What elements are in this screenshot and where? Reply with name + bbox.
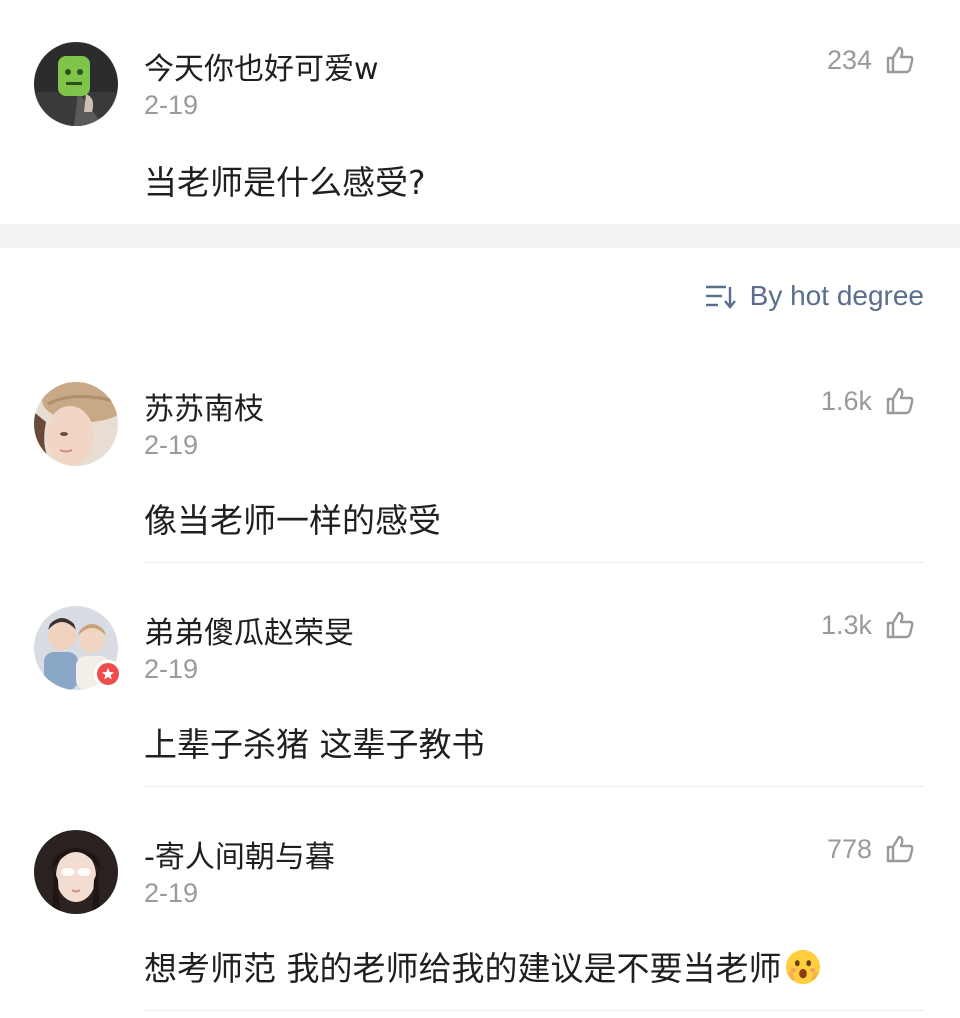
comment-avatar[interactable] — [34, 830, 118, 914]
comment-username[interactable]: -寄人间朝与暮 — [144, 832, 335, 876]
thumbs-up-icon — [886, 387, 914, 415]
sort-icon — [705, 285, 736, 309]
like-count: 1.6k — [820, 385, 872, 416]
like-count: 778 — [826, 833, 872, 864]
verified-badge — [94, 660, 122, 688]
comment-like-button[interactable]: 1.3k — [821, 609, 916, 641]
comment-username[interactable]: 弟弟傻瓜赵荣旻 — [144, 608, 354, 652]
star-icon — [102, 668, 114, 680]
post-like-button[interactable]: 234 — [827, 44, 916, 76]
green-mask-avatar-icon — [34, 42, 118, 126]
comment-username[interactable]: 苏苏南枝 — [144, 384, 264, 428]
comment-text: 像当老师一样的感受 — [144, 501, 441, 540]
post-username[interactable]: 今天你也好可爱w — [144, 44, 379, 88]
comment-like-button[interactable]: 1.6k — [821, 385, 916, 417]
sort-by-hot-button[interactable]: By hot degree — [704, 276, 924, 316]
like-count: 234 — [826, 44, 872, 75]
sort-label: By hot degree — [749, 280, 924, 311]
like-count: 1.3k — [820, 609, 872, 640]
straw-hat-avatar-icon — [34, 382, 118, 466]
thumbs-up-icon — [886, 46, 914, 74]
comment-text-row: 想考师范 我的老师给我的建议是不要当老师 — [144, 942, 822, 990]
comment-text: 想考师范 我的老师给我的建议是不要当老师 — [144, 949, 782, 988]
thumbs-up-icon — [886, 835, 914, 863]
thumbs-up-icon — [886, 611, 914, 639]
shocked-face-emoji-icon — [785, 949, 820, 985]
girl-portrait-avatar-icon — [34, 830, 118, 914]
post-date: 2-19 — [144, 90, 199, 120]
original-post: 今天你也好可爱w 2-19 当老师是什么感受? 234 — [0, 0, 960, 224]
post-avatar[interactable] — [34, 42, 118, 126]
comment-text: 上辈子杀猪 这辈子教书 — [144, 725, 485, 764]
comment-divider — [144, 1010, 924, 1011]
comment-divider — [144, 786, 924, 787]
section-divider — [0, 224, 960, 248]
comment-divider — [144, 562, 924, 563]
post-text: 当老师是什么感受? — [144, 163, 426, 202]
comment-date: 2-19 — [144, 878, 199, 908]
comment-date: 2-19 — [144, 654, 199, 684]
comment-date: 2-19 — [144, 430, 199, 460]
comment-avatar[interactable] — [34, 382, 118, 466]
comment-like-button[interactable]: 778 — [827, 833, 916, 865]
